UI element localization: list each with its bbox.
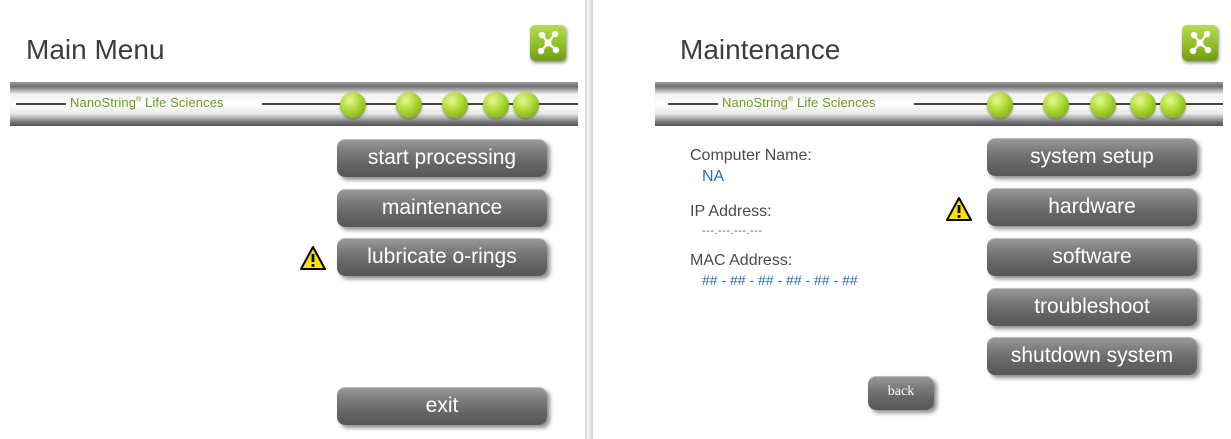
- main-menu-screen: Main Menu NanoString® Life Sciences star…: [10, 0, 578, 439]
- mac-address-label: MAC Address:: [690, 252, 793, 269]
- ip-address-label: IP Address:: [690, 203, 772, 220]
- molecule-icon: [1182, 25, 1218, 61]
- software-button[interactable]: software: [987, 238, 1197, 276]
- panel-divider: [585, 0, 593, 439]
- computer-name-value: NA: [702, 168, 725, 185]
- maintenance-screen: Maintenance NanoString® Life Sciences Co…: [655, 0, 1223, 439]
- status-dot: [442, 92, 468, 118]
- shutdown-system-button[interactable]: shutdown system: [987, 337, 1197, 375]
- troubleshoot-button[interactable]: troubleshoot: [987, 288, 1197, 326]
- ip-address-value: ---.---.---.---: [702, 225, 763, 237]
- status-dot: [1160, 92, 1186, 118]
- brand-bar: NanoString® Life Sciences: [655, 82, 1223, 126]
- hardware-button[interactable]: hardware: [987, 188, 1197, 226]
- start-processing-button[interactable]: start processing: [337, 139, 547, 177]
- status-dot: [513, 92, 539, 118]
- system-setup-button[interactable]: system setup: [987, 138, 1197, 176]
- back-button[interactable]: back: [868, 376, 934, 410]
- brand-name: NanoString® Life Sciences: [70, 95, 224, 110]
- status-dot: [396, 92, 422, 118]
- warning-icon: [300, 246, 326, 270]
- warning-icon: [946, 197, 972, 221]
- brand-line: [668, 103, 718, 105]
- status-dot: [340, 92, 366, 118]
- computer-name-label: Computer Name:: [690, 147, 812, 164]
- status-dot: [1090, 92, 1116, 118]
- status-dot: [1043, 92, 1069, 118]
- brand-bar: NanoString® Life Sciences: [10, 82, 578, 126]
- molecule-icon: [530, 25, 566, 61]
- status-dot: [987, 92, 1013, 118]
- page-title: Maintenance: [680, 34, 841, 65]
- status-dot: [483, 92, 509, 118]
- mac-address-value: ## - ## - ## - ## - ## - ##: [702, 272, 858, 288]
- exit-button[interactable]: exit: [337, 387, 547, 425]
- lubricate-orings-button[interactable]: lubricate o-rings: [337, 238, 547, 276]
- page-title: Main Menu: [26, 34, 165, 65]
- maintenance-button[interactable]: maintenance: [337, 189, 547, 227]
- brand-line: [16, 103, 66, 105]
- status-dot: [1130, 92, 1156, 118]
- brand-name: NanoString® Life Sciences: [722, 95, 876, 110]
